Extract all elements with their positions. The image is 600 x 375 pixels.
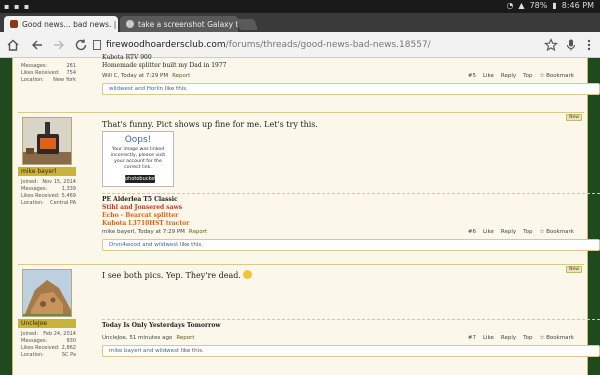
tab-good-news[interactable]: Good news... bad news. | Fi × [4, 16, 118, 32]
tab-screenshot-search[interactable]: take a screenshot Galaxy ta × [120, 16, 238, 32]
report-link[interactable]: Report [172, 73, 190, 79]
like-link[interactable]: Like [483, 73, 494, 79]
reply-link[interactable]: Reply [501, 335, 516, 341]
post-5: Messages: 261 Likes Received: 754 Location… [18, 54, 600, 103]
user-stats: Messages: 261 Likes Received: 754 Location… [21, 63, 76, 83]
status-right: ◔ ▲ 78% ▮ 8:46 PM [506, 1, 594, 10]
clock: 8:46 PM [561, 1, 594, 10]
reply-link[interactable]: Reply [501, 73, 516, 79]
back-icon[interactable] [30, 38, 44, 52]
username[interactable]: UncleJoe [18, 319, 76, 328]
web-content: Messages: 261 Likes Received: 754 Location… [0, 54, 600, 375]
tab-title: Good news... bad news. | Fi [22, 19, 118, 29]
new-tab-button[interactable] [235, 19, 259, 30]
signature-divider [102, 193, 600, 194]
post-author-date[interactable]: UncleJoe, 51 minutes ago [102, 335, 172, 341]
top-link[interactable]: Top [523, 73, 532, 79]
likes-summary: Drvn4wood and wildwest like this. [102, 239, 600, 251]
avatar[interactable] [22, 269, 72, 317]
reply-link[interactable]: Reply [501, 229, 516, 235]
likers[interactable]: Drvn4wood and wildwest [109, 242, 178, 248]
report-link[interactable]: Report [189, 229, 207, 235]
user-info: UncleJoe Joined: Feb 24, 2014 Messages: 93… [18, 265, 78, 359]
woodpile-image [23, 270, 71, 316]
bookmark-link[interactable]: ☆ Bookmark [539, 229, 574, 235]
post-meta: UncleJoe, 51 minutes ago Report [102, 335, 195, 341]
post-controls: #6 Like Reply Top ☆ Bookmark [468, 229, 574, 235]
top-link[interactable]: Top [523, 229, 532, 235]
microphone-icon[interactable] [564, 38, 578, 52]
signal-icon: ▲ [518, 1, 525, 10]
post-meta: mike bayerl, Today at 7:29 PM Report [102, 229, 207, 235]
bookmark-link[interactable]: ☆ Bookmark [539, 73, 574, 79]
wood-stove-image [23, 118, 71, 164]
signature: PE Alderlea T5 Classic Stihl and Jonsere… [102, 196, 190, 227]
page-info-icon[interactable] [92, 39, 102, 53]
reload-icon[interactable] [74, 38, 88, 52]
forum-favicon-icon [10, 20, 18, 28]
status-notifications: ▪ ▪ ▪ [4, 2, 31, 11]
bookmark-star-icon[interactable] [544, 38, 558, 52]
post-message: I see both pics. Yep. They're dead. [102, 270, 253, 280]
post-number[interactable]: #5 [468, 73, 476, 79]
oops-title: Oops! [124, 135, 152, 145]
likers[interactable]: wildwest and Horlin [109, 86, 163, 92]
likes-summary: mike bayerl and wildwest like this. [102, 345, 600, 357]
wifi-icon: ◔ [506, 1, 514, 10]
post-message: That's funny. Pict shows up fine for me.… [102, 120, 318, 129]
likers[interactable]: mike bayerl and wildwest [109, 348, 179, 354]
post-controls: #5 Like Reply Top ☆ Bookmark [468, 73, 574, 79]
address-bar[interactable]: firewoodhoardersclub.com/forums/threads/… [92, 37, 572, 54]
post-controls: #7 Like Reply Top ☆ Bookmark [468, 335, 574, 341]
user-info: mike bayerl Joined: Nov 15, 2014 Messages… [18, 113, 78, 207]
home-icon[interactable] [6, 38, 20, 52]
broken-image-placeholder[interactable]: Oops! Your image was linked incorrectly,… [102, 131, 174, 187]
signature-divider [102, 319, 600, 320]
avatar[interactable] [22, 117, 72, 165]
url-text: firewoodhoardersclub.com/forums/threads/… [106, 40, 431, 50]
signature: Kubota RTV 900 Homemade splitter built m… [102, 54, 227, 69]
tab-title: take a screenshot Galaxy ta [138, 19, 238, 29]
new-badge: New [566, 266, 582, 273]
post-author-date[interactable]: mike bayerl, Today at 7:29 PM [102, 229, 185, 235]
user-stats: Joined: Feb 24, 2014 Messages: 930 Likes R… [21, 331, 76, 358]
new-badge: New [566, 114, 582, 121]
post-6: New mike bayerl Joined: Nov 15, 2014 Mes… [18, 112, 600, 255]
oops-body: Your image was linked incorrectly, pleas… [110, 147, 166, 170]
post-author-date[interactable]: Will C, Today at 7:29 PM [102, 73, 168, 79]
android-status-bar: ▪ ▪ ▪ ◔ ▲ 78% ▮ 8:46 PM [0, 0, 600, 13]
post-meta: Will C, Today at 7:29 PM Report [102, 73, 190, 79]
browser-window: ▪ ▪ ▪ ◔ ▲ 78% ▮ 8:46 PM Good news... bad… [0, 0, 600, 375]
sad-emoji-icon [243, 270, 253, 279]
like-link[interactable]: Like [483, 229, 494, 235]
like-link[interactable]: Like [483, 335, 494, 341]
signature: Today Is Only Yesterdays Tomorrow [102, 322, 221, 329]
report-link[interactable]: Report [176, 335, 194, 341]
post-number[interactable]: #6 [468, 229, 476, 235]
google-favicon-icon [126, 20, 134, 28]
bookmark-link[interactable]: ☆ Bookmark [539, 335, 574, 341]
post-7: New UncleJoe Joined: Feb 24, 2014 Messag… [18, 264, 600, 375]
tab-strip: Good news... bad news. | Fi × take a scr… [0, 13, 600, 32]
photobucket-logo: photobucket [125, 175, 157, 183]
username[interactable]: mike bayerl [18, 167, 76, 176]
forum-thread: Messages: 261 Likes Received: 754 Location… [12, 54, 600, 375]
user-stats: Joined: Nov 15, 2014 Messages: 1,339 Likes… [21, 179, 76, 206]
menu-overflow-icon[interactable] [582, 38, 596, 52]
top-link[interactable]: Top [523, 335, 532, 341]
post-number[interactable]: #7 [468, 335, 476, 341]
battery-percent: 78% [529, 1, 548, 10]
likes-summary: wildwest and Horlin like this. [102, 83, 600, 95]
forward-icon[interactable] [52, 38, 66, 52]
battery-icon: ▮ [552, 1, 557, 10]
